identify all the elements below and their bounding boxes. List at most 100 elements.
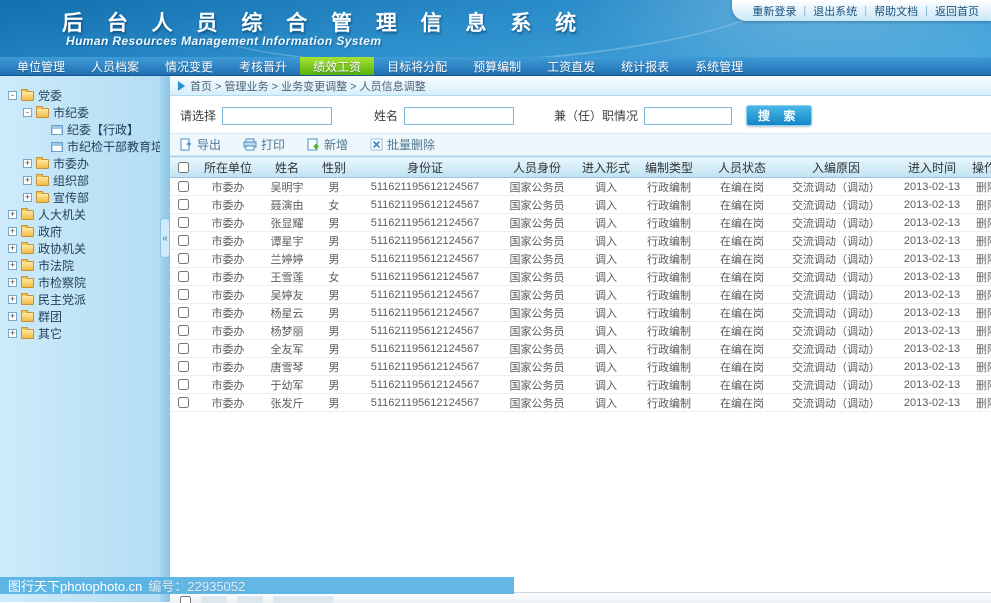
column-header: 人员状态 bbox=[704, 157, 780, 178]
nav-item[interactable]: 预算编制 bbox=[460, 57, 534, 75]
expand-plus-icon[interactable]: + bbox=[23, 193, 32, 202]
delete-link[interactable]: 删除 bbox=[976, 326, 991, 338]
tree-item[interactable]: +市法院 bbox=[0, 257, 160, 274]
delete-link[interactable]: 删除 bbox=[976, 380, 991, 392]
expand-plus-icon[interactable]: + bbox=[8, 244, 17, 253]
add-button[interactable]: 新增 bbox=[307, 136, 348, 153]
header-link[interactable]: 帮助文档 bbox=[874, 3, 918, 19]
unit-select-input[interactable] bbox=[222, 107, 332, 125]
footer-select-all-checkbox[interactable] bbox=[180, 596, 191, 603]
delete-link[interactable]: 删除 bbox=[976, 290, 991, 302]
row-checkbox[interactable] bbox=[178, 397, 189, 408]
header-link[interactable]: 退出系统 bbox=[813, 3, 857, 19]
batch-delete-button[interactable]: 批量删除 bbox=[370, 136, 435, 153]
expand-plus-icon[interactable]: + bbox=[8, 312, 17, 321]
nav-item[interactable]: 情况变更 bbox=[152, 57, 226, 75]
tree-item-label: 市检察院 bbox=[38, 274, 86, 291]
expand-plus-icon[interactable]: + bbox=[8, 227, 17, 236]
cell-id: 511621195612124567 bbox=[354, 394, 496, 412]
delete-link[interactable]: 删除 bbox=[976, 182, 991, 194]
cell-id: 511621195612124567 bbox=[354, 196, 496, 214]
tree-item[interactable]: +政府 bbox=[0, 223, 160, 240]
tree-item[interactable]: +民主党派 bbox=[0, 291, 160, 308]
cell-reason: 交流调动（调动） bbox=[780, 196, 892, 214]
select-all-checkbox[interactable] bbox=[178, 162, 189, 173]
cell-date: 2013-02-13 bbox=[892, 376, 972, 394]
cell-status: 在编在岗 bbox=[704, 358, 780, 376]
cell-identity: 国家公务员 bbox=[496, 214, 578, 232]
cell-name: 吴明宇 bbox=[260, 178, 314, 196]
nav-item[interactable]: 人员档案 bbox=[78, 57, 152, 75]
nav-item[interactable]: 工资直发 bbox=[534, 57, 608, 75]
row-checkbox[interactable] bbox=[178, 235, 189, 246]
tree-item[interactable]: 市纪检干部教育培训中心 bbox=[0, 138, 160, 155]
expand-plus-icon[interactable]: + bbox=[23, 176, 32, 185]
row-checkbox[interactable] bbox=[178, 289, 189, 300]
delete-link[interactable]: 删除 bbox=[976, 236, 991, 248]
delete-link[interactable]: 删除 bbox=[976, 362, 991, 374]
cell-status: 在编在岗 bbox=[704, 304, 780, 322]
delete-link[interactable]: 删除 bbox=[976, 398, 991, 410]
delete-link[interactable]: 删除 bbox=[976, 254, 991, 266]
tree-item[interactable]: +组织部 bbox=[0, 172, 160, 189]
tree-item[interactable]: +群团 bbox=[0, 308, 160, 325]
name-input[interactable] bbox=[404, 107, 514, 125]
delete-link[interactable]: 删除 bbox=[976, 308, 991, 320]
table-row: 市委办兰婷婷男511621195612124567国家公务员调入行政编制在编在岗… bbox=[170, 250, 991, 268]
tree-item[interactable]: +市委办 bbox=[0, 155, 160, 172]
folder-icon bbox=[21, 278, 34, 288]
expand-plus-icon[interactable]: + bbox=[8, 295, 17, 304]
cell-id: 511621195612124567 bbox=[354, 268, 496, 286]
sidebar-collapse-button[interactable]: « bbox=[160, 218, 170, 258]
nav-item-active[interactable]: 绩效工资 bbox=[300, 57, 374, 75]
row-checkbox[interactable] bbox=[178, 361, 189, 372]
expand-plus-icon[interactable]: + bbox=[8, 278, 17, 287]
tree-item[interactable]: +宣传部 bbox=[0, 189, 160, 206]
delete-link[interactable]: 删除 bbox=[976, 272, 991, 284]
row-checkbox[interactable] bbox=[178, 253, 189, 264]
nav-item[interactable]: 目标将分配 bbox=[374, 57, 460, 75]
header-link[interactable]: 返回首页 bbox=[935, 3, 979, 19]
expand-plus-icon[interactable]: + bbox=[8, 261, 17, 270]
batch-delete-label: 批量删除 bbox=[387, 136, 435, 153]
row-checkbox[interactable] bbox=[178, 343, 189, 354]
tree-item[interactable]: 纪委【行政】 bbox=[0, 121, 160, 138]
nav-item[interactable]: 统计报表 bbox=[608, 57, 682, 75]
print-button[interactable]: 打印 bbox=[243, 136, 285, 153]
collapse-minus-icon[interactable]: - bbox=[8, 91, 17, 100]
row-checkbox[interactable] bbox=[178, 199, 189, 210]
cell-id: 511621195612124567 bbox=[354, 232, 496, 250]
collapse-minus-icon[interactable]: - bbox=[23, 108, 32, 117]
tree-item[interactable]: -市纪委 bbox=[0, 104, 160, 121]
tree-item[interactable]: -党委 bbox=[0, 87, 160, 104]
nav-item[interactable]: 考核晋升 bbox=[226, 57, 300, 75]
delete-link[interactable]: 删除 bbox=[976, 344, 991, 356]
expand-plus-icon[interactable]: + bbox=[8, 329, 17, 338]
duty-input[interactable] bbox=[644, 107, 732, 125]
row-checkbox[interactable] bbox=[178, 181, 189, 192]
row-checkbox[interactable] bbox=[178, 325, 189, 336]
nav-item[interactable]: 单位管理 bbox=[4, 57, 78, 75]
expand-plus-icon[interactable]: + bbox=[23, 159, 32, 168]
row-checkbox[interactable] bbox=[178, 217, 189, 228]
column-header: 身份证 bbox=[354, 157, 496, 178]
nav-item[interactable]: 系统管理 bbox=[682, 57, 756, 75]
delete-link[interactable]: 删除 bbox=[976, 218, 991, 230]
delete-link[interactable]: 删除 bbox=[976, 200, 991, 212]
cell-name: 吴婷友 bbox=[260, 286, 314, 304]
tree-item[interactable]: +其它 bbox=[0, 325, 160, 342]
expand-plus-icon[interactable]: + bbox=[8, 210, 17, 219]
row-checkbox[interactable] bbox=[178, 307, 189, 318]
cell-status: 在编在岗 bbox=[704, 376, 780, 394]
export-button[interactable]: 导出 bbox=[180, 136, 221, 153]
tree-item[interactable]: + 市检察院 bbox=[0, 274, 160, 291]
search-button[interactable]: 搜 索 bbox=[746, 105, 812, 126]
cell-status: 在编在岗 bbox=[704, 394, 780, 412]
tree-item[interactable]: +政协机关 bbox=[0, 240, 160, 257]
tree-item[interactable]: +人大机关 bbox=[0, 206, 160, 223]
cell-date: 2013-02-13 bbox=[892, 214, 972, 232]
cell-id: 511621195612124567 bbox=[354, 286, 496, 304]
header-link[interactable]: 重新登录 bbox=[752, 3, 796, 19]
row-checkbox[interactable] bbox=[178, 379, 189, 390]
row-checkbox[interactable] bbox=[178, 271, 189, 282]
